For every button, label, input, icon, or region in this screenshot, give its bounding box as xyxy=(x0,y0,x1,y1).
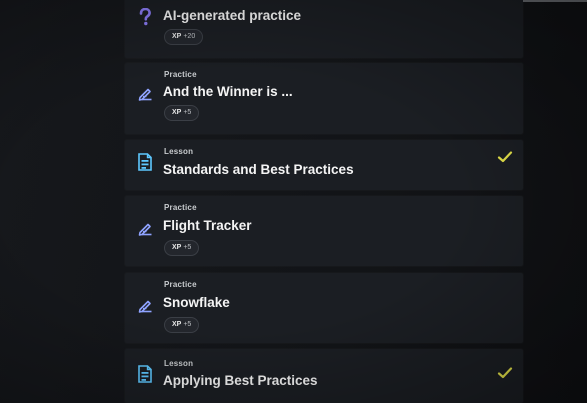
xp-label: XP xyxy=(172,33,182,40)
xp-value: +5 xyxy=(183,321,192,328)
question-mark-icon xyxy=(139,8,151,26)
item-title: And the Winner is ... xyxy=(163,84,293,99)
list-item-and-the-winner-is[interactable]: Practice And the Winner is ... XP +5 xyxy=(125,63,523,134)
list-item-standards-and-best-practices[interactable]: Lesson Standards and Best Practices xyxy=(125,140,523,190)
list-item-snowflake[interactable]: Practice Snowflake XP +5 xyxy=(125,273,523,343)
item-type-label: Practice xyxy=(164,280,197,289)
item-type-label: Practice xyxy=(164,70,197,79)
lesson-list-page: AI-generated practice XP +20 Practice And… xyxy=(0,0,587,403)
pencil-edit-icon xyxy=(138,223,152,236)
pencil-edit-icon xyxy=(138,88,152,101)
item-type-label: Lesson xyxy=(164,147,194,156)
item-title: AI-generated practice xyxy=(163,8,302,23)
xp-value: +5 xyxy=(183,244,192,251)
list-item-applying-best-practices[interactable]: Lesson Applying Best Practices xyxy=(125,349,523,403)
xp-label: XP xyxy=(172,244,182,251)
list-item-flight-tracker[interactable]: Practice Flight Tracker XP +5 xyxy=(125,196,523,266)
xp-value: +5 xyxy=(183,109,192,116)
checkmark-icon xyxy=(497,367,513,379)
document-icon xyxy=(138,365,152,383)
item-title: Standards and Best Practices xyxy=(163,162,354,177)
item-type-label: Lesson xyxy=(164,359,194,368)
xp-badge: XP +5 xyxy=(164,317,200,333)
xp-value: +20 xyxy=(183,33,196,40)
item-title: Flight Tracker xyxy=(163,218,252,233)
document-icon xyxy=(138,153,152,171)
xp-badge: XP +20 xyxy=(164,29,204,45)
xp-badge: XP +5 xyxy=(164,105,200,121)
item-title: Applying Best Practices xyxy=(163,373,318,388)
checkmark-icon xyxy=(497,151,513,163)
item-title: Snowflake xyxy=(163,295,230,310)
item-type-label: Practice xyxy=(164,203,197,212)
list-item-ai-generated-practice[interactable]: AI-generated practice XP +20 xyxy=(125,0,523,58)
xp-label: XP xyxy=(172,109,182,116)
xp-badge: XP +5 xyxy=(164,240,200,256)
xp-label: XP xyxy=(172,321,182,328)
pencil-edit-icon xyxy=(138,300,152,313)
